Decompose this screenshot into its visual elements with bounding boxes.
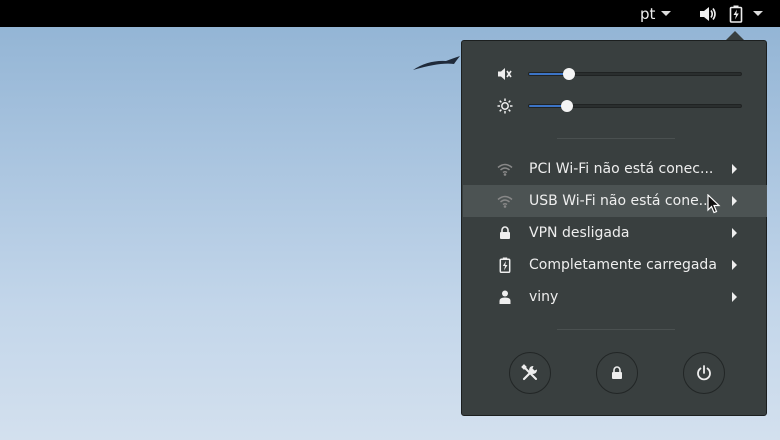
volume-icon [496,64,514,84]
brightness-icon [496,96,514,116]
menu-item-vpn[interactable]: VPN desligada [463,217,767,249]
menu-item-usb-wifi[interactable]: USB Wi-Fi não está cone... [463,185,767,217]
volume-slider-handle[interactable] [563,68,576,80]
system-menu: PCI Wi-Fi não está conec... USB Wi-Fi nã… [461,40,767,416]
chevron-right-icon [732,196,737,206]
settings-button[interactable] [509,352,551,394]
wifi-icon [497,163,513,176]
chevron-down-icon [661,11,672,16]
battery-icon [497,257,513,273]
battery-charging-icon [729,5,743,23]
volume-slider-row [462,64,766,84]
menu-item-battery[interactable]: Completamente carregada [463,249,767,281]
chevron-right-icon [732,164,737,174]
menu-item-label: VPN desligada [529,225,630,241]
language-indicator[interactable]: pt [640,0,672,27]
lock-button[interactable] [596,352,638,394]
wifi-icon [497,195,513,208]
chevron-right-icon [732,292,737,302]
separator [557,138,675,139]
chevron-right-icon [732,260,737,270]
wallpaper-bird [413,56,460,70]
menu-item-label: USB Wi-Fi não está cone... [529,193,713,209]
top-bar: pt [0,0,780,27]
menu-item-label: PCI Wi-Fi não está conec... [529,161,714,177]
speaker-icon [700,6,716,21]
lock-icon [612,366,622,379]
vpn-lock-icon [497,226,513,240]
brightness-slider-handle[interactable] [561,100,574,112]
brightness-slider-row [462,96,766,116]
language-label: pt [640,4,656,23]
menu-item-label: Completamente carregada [529,257,717,273]
separator [557,329,675,330]
chevron-down-icon [753,11,763,16]
mouse-cursor-icon [707,194,721,214]
user-icon [497,290,513,304]
volume-slider[interactable] [528,68,742,80]
chevron-right-icon [732,228,737,238]
power-button[interactable] [683,352,725,394]
brightness-slider[interactable] [528,100,742,112]
system-status-area[interactable] [699,0,763,27]
menu-item-label: viny [529,289,559,305]
power-icon [697,365,711,381]
menu-item-user[interactable]: viny [463,281,767,313]
settings-icon [521,364,538,381]
menu-item-pci-wifi[interactable]: PCI Wi-Fi não está conec... [463,153,767,185]
